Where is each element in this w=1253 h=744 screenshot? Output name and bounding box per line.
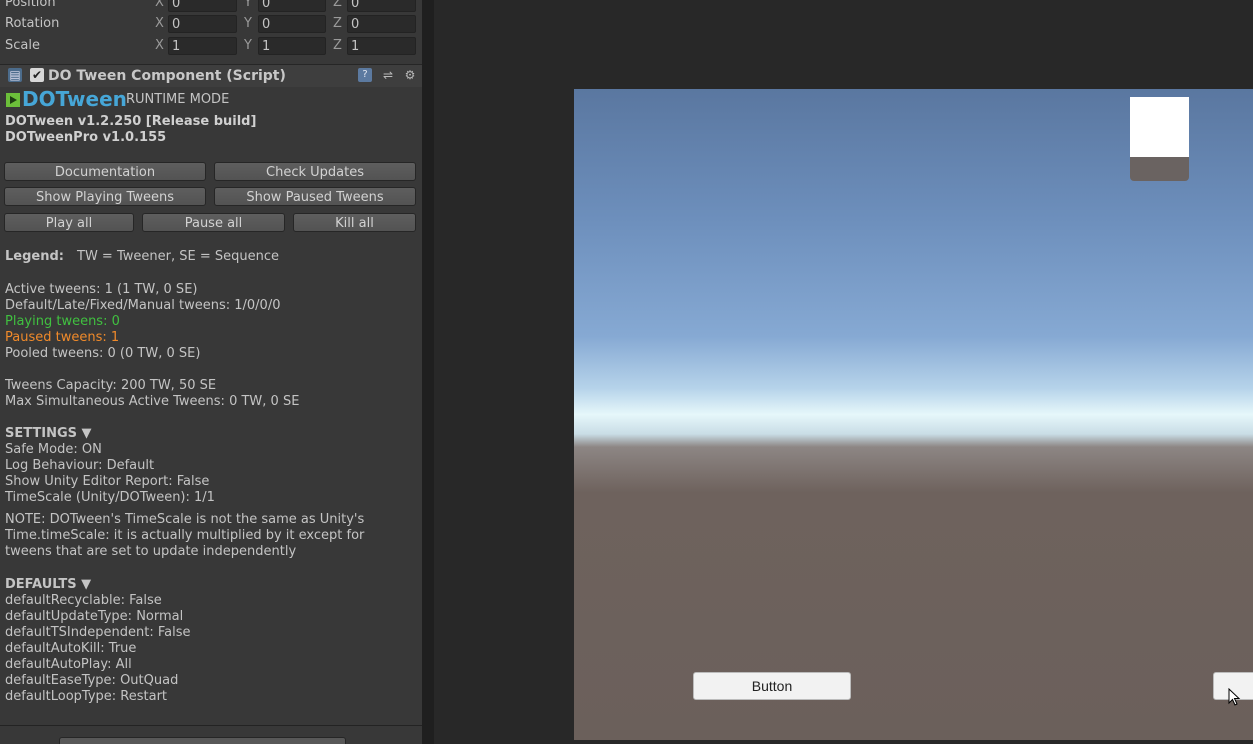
settings-header[interactable]: SETTINGS ▼ xyxy=(5,426,92,441)
active-tweens-text: Active tweens: 1 (1 TW, 0 SE) xyxy=(5,282,198,297)
game-ui-button[interactable]: Button xyxy=(693,672,851,700)
dotween-play-icon xyxy=(6,93,20,107)
paused-tweens-text: Paused tweens: 1 xyxy=(5,330,120,345)
tweens-capacity-text: Tweens Capacity: 200 TW, 50 SE xyxy=(5,378,217,393)
preset-icon[interactable]: ⇌ xyxy=(381,68,395,82)
timescale-note-line-3: tweens that are set to update independen… xyxy=(5,544,297,559)
play-all-button[interactable]: Play all xyxy=(4,213,134,232)
script-icon: ▤ xyxy=(8,68,22,82)
scale-y-axis: Y xyxy=(244,38,252,53)
check-updates-button[interactable]: Check Updates xyxy=(214,162,416,181)
show-playing-tweens-button[interactable]: Show Playing Tweens xyxy=(4,187,206,206)
log-behaviour-text: Log Behaviour: Default xyxy=(5,458,155,473)
scale-x-field[interactable]: 1 xyxy=(168,37,237,55)
pause-all-button[interactable]: Pause all xyxy=(142,213,285,232)
default-auto-play-text: defaultAutoPlay: All xyxy=(5,657,132,672)
scale-y-field[interactable]: 1 xyxy=(258,37,326,55)
game-view[interactable]: Button xyxy=(574,89,1253,740)
position-row: Position X 0 Y 0 Z 0 xyxy=(0,0,422,15)
rotation-z-axis: Z xyxy=(333,16,342,31)
legend-text: TW = Tweener, SE = Sequence xyxy=(77,249,279,264)
position-y-field[interactable]: 0 xyxy=(258,0,326,12)
position-z-axis: Z xyxy=(333,0,342,10)
help-icon[interactable]: ? xyxy=(358,68,372,82)
gear-icon[interactable]: ⚙ xyxy=(403,68,417,82)
rotation-y-axis: Y xyxy=(244,16,252,31)
default-ease-type-text: defaultEaseType: OutQuad xyxy=(5,673,179,688)
timescale-note-line-1: NOTE: DOTween's TimeScale is not the sam… xyxy=(5,512,365,527)
position-z-field[interactable]: 0 xyxy=(347,0,416,12)
editor-report-text: Show Unity Editor Report: False xyxy=(5,474,210,489)
show-paused-tweens-button[interactable]: Show Paused Tweens xyxy=(214,187,416,206)
rotation-x-axis: X xyxy=(155,16,164,31)
default-recyclable-text: defaultRecyclable: False xyxy=(5,593,162,608)
position-x-axis: X xyxy=(155,0,164,10)
playing-tweens-text: Playing tweens: 0 xyxy=(5,314,120,329)
max-active-tweens-text: Max Simultaneous Active Tweens: 0 TW, 0 … xyxy=(5,394,300,409)
position-x-field[interactable]: 0 xyxy=(168,0,237,12)
component-separator xyxy=(0,725,422,726)
safe-mode-text: Safe Mode: ON xyxy=(5,442,102,457)
component-header[interactable]: ▤ ✔ DO Tween Component (Script) ? ⇌ ⚙ xyxy=(0,64,422,87)
update-types-text: Default/Late/Fixed/Manual tweens: 1/0/0/… xyxy=(5,298,281,313)
scale-z-field[interactable]: 1 xyxy=(347,37,416,55)
inspector-panel: Position X 0 Y 0 Z 0 Rotation X 0 Y 0 Z … xyxy=(0,0,423,744)
position-label: Position xyxy=(5,0,56,10)
cube-shadow xyxy=(1130,157,1189,181)
enabled-checkbox[interactable]: ✔ xyxy=(30,68,44,82)
rotation-y-field[interactable]: 0 xyxy=(258,15,326,33)
timescale-text: TimeScale (Unity/DOTween): 1/1 xyxy=(5,490,215,505)
scale-x-axis: X xyxy=(155,38,164,53)
add-component-button[interactable] xyxy=(59,737,346,744)
rotation-label: Rotation xyxy=(5,16,60,31)
rotation-z-field[interactable]: 0 xyxy=(347,15,416,33)
timescale-note-line-2: Time.timeScale: it is actually multiplie… xyxy=(5,528,365,543)
default-auto-kill-text: defaultAutoKill: True xyxy=(5,641,137,656)
default-ts-independent-text: defaultTSIndependent: False xyxy=(5,625,191,640)
default-update-type-text: defaultUpdateType: Normal xyxy=(5,609,184,624)
defaults-header[interactable]: DEFAULTS ▼ xyxy=(5,577,91,592)
rotation-x-field[interactable]: 0 xyxy=(168,15,237,33)
pooled-tweens-text: Pooled tweens: 0 (0 TW, 0 SE) xyxy=(5,346,201,361)
dotween-version: DOTween v1.2.250 [Release build] xyxy=(5,114,257,129)
documentation-button[interactable]: Documentation xyxy=(4,162,206,181)
default-loop-type-text: defaultLoopType: Restart xyxy=(5,689,168,704)
dotween-logo-text: DOTween xyxy=(22,87,127,111)
white-cube xyxy=(1130,97,1189,157)
runtime-mode-label: RUNTIME MODE xyxy=(126,92,230,107)
kill-all-button[interactable]: Kill all xyxy=(293,213,416,232)
scale-z-axis: Z xyxy=(333,38,342,53)
mouse-cursor-icon xyxy=(1228,688,1241,706)
rotation-row: Rotation X 0 Y 0 Z 0 xyxy=(0,14,422,36)
legend-label: Legend: xyxy=(5,249,64,264)
scale-row: Scale X 1 Y 1 Z 1 xyxy=(0,36,422,58)
scale-label: Scale xyxy=(5,38,40,53)
dotweenpro-version: DOTweenPro v1.0.155 xyxy=(5,130,167,145)
position-y-axis: Y xyxy=(244,0,252,10)
component-title: DO Tween Component (Script) xyxy=(48,68,286,84)
panel-divider[interactable] xyxy=(422,0,434,744)
